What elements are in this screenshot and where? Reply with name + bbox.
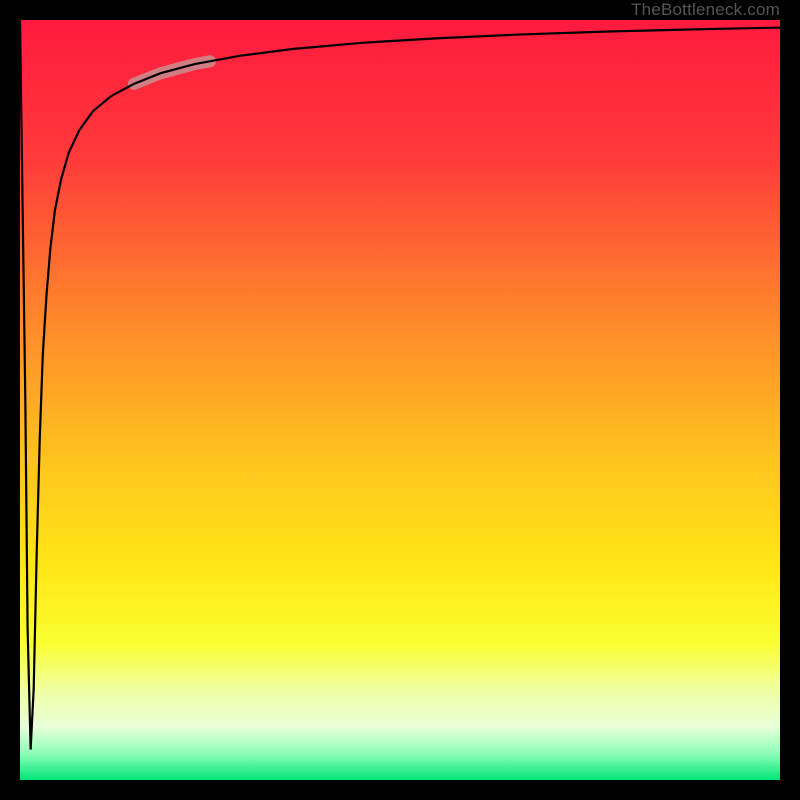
plot-area <box>20 20 780 780</box>
curve-layer <box>20 20 780 780</box>
chart-stage: TheBottleneck.com <box>0 0 800 800</box>
watermark-text: TheBottleneck.com <box>631 0 780 20</box>
curve-line <box>20 20 780 750</box>
